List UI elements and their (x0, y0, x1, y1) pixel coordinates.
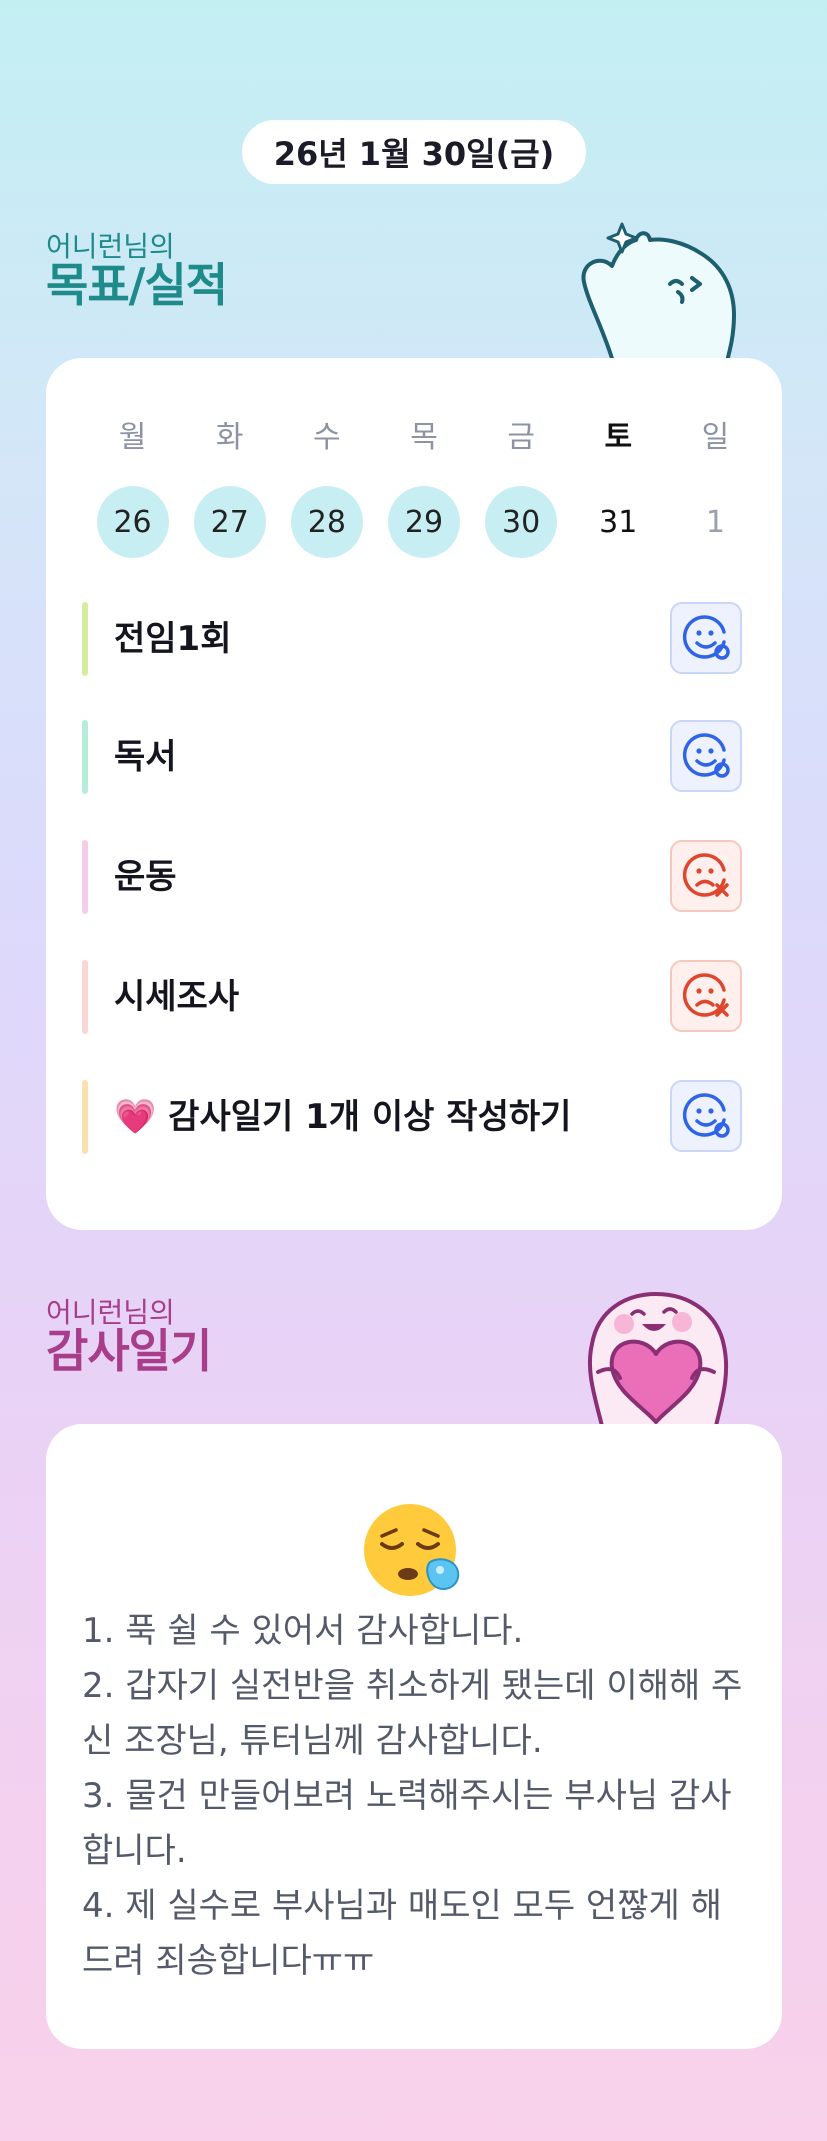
day-29-button[interactable]: 29 (387, 486, 460, 558)
goal-label: 전임1회 (114, 619, 232, 659)
goal-color-bar (82, 960, 88, 1034)
gratitude-entries: 1. 푹 쉴 수 있어서 감사합니다. 2. 갑자기 실전반을 취소하게 됐는데… (82, 1604, 752, 1989)
goal-label: 시세조사 (114, 977, 240, 1017)
heart-hug-mascot-icon (587, 1292, 729, 1426)
weekday-label: 월 (118, 420, 147, 455)
gratitude-owner-label: 어니런님의 (46, 1296, 175, 1329)
gratitude-entry: 3. 물건 만들어보려 노력해주시는 부사님 감사합니다. (82, 1776, 732, 1871)
gratitude-entry: 2. 갑자기 실전반을 취소하게 됐는데 이해해 주신 조장님, 튜터님께 감사… (82, 1666, 743, 1761)
day-27-button[interactable]: 27 (193, 486, 266, 558)
goal-status-button[interactable] (670, 602, 742, 674)
goal-status-button[interactable] (670, 1080, 742, 1152)
gratitude-entry: 4. 제 실수로 부사님과 매도인 모두 언짢게 해드려 죄송합니다ㅠㅠ (82, 1886, 722, 1981)
weekday-label: 목 (410, 420, 438, 455)
goal-item[interactable]: 독서 (82, 720, 742, 794)
goal-color-bar (82, 602, 88, 676)
day-31-button[interactable]: 31 (582, 486, 654, 558)
goal-color-bar (82, 720, 88, 794)
sleepy-face-icon (364, 1504, 460, 1596)
waving-mascot-icon (581, 222, 736, 365)
goal-status-button[interactable] (670, 720, 742, 792)
goal-label: 💗 감사일기 1개 이상 작성하기 (114, 1097, 572, 1137)
goals-owner-label: 어니런님의 (46, 230, 175, 263)
goal-item[interactable]: 전임1회 (82, 602, 742, 676)
goal-label: 운동 (114, 857, 177, 897)
sad-x-icon (682, 853, 729, 897)
goal-color-bar (82, 1080, 88, 1154)
goal-item[interactable]: 💗 감사일기 1개 이상 작성하기 (82, 1080, 742, 1154)
day-28-button[interactable]: 28 (290, 486, 363, 558)
smile-check-icon (682, 1093, 730, 1138)
smile-check-icon (682, 733, 730, 778)
goal-color-bar (82, 840, 88, 914)
day-30-button[interactable]: 30 (485, 486, 558, 558)
goal-label: 독서 (114, 737, 177, 777)
goal-status-button[interactable] (670, 840, 742, 912)
day-1-button[interactable]: 1 (679, 486, 751, 558)
gratitude-entry: 1. 푹 쉴 수 있어서 감사합니다. (82, 1611, 524, 1651)
weekday-label: 수 (313, 420, 341, 455)
goals-card: 월 화 수 목 금 토 일 26 27 28 29 30 31 1 전임1회 독… (46, 358, 782, 1230)
goal-status-button[interactable] (670, 960, 742, 1032)
goals-title: 목표/실적 (46, 258, 228, 313)
gratitude-title: 감사일기 (46, 1324, 212, 1379)
gratitude-section-heading: 어니런님의 감사일기 (46, 1296, 212, 1379)
gratitude-card: 1. 푹 쉴 수 있어서 감사합니다. 2. 갑자기 실전반을 취소하게 됐는데… (46, 1424, 782, 2049)
date-pill[interactable]: 26년 1월 30일(금) (242, 120, 586, 184)
goal-item[interactable]: 시세조사 (82, 960, 742, 1034)
goals-section-heading: 어니런님의 목표/실적 (46, 230, 228, 313)
sad-x-icon (682, 973, 729, 1017)
smile-check-icon (682, 615, 730, 660)
day-26-button[interactable]: 26 (96, 486, 169, 558)
weekday-label: 일 (701, 420, 730, 455)
goal-item[interactable]: 운동 (82, 840, 742, 914)
week-calendar: 월 화 수 목 금 토 일 26 27 28 29 30 31 1 (84, 418, 764, 558)
weekday-label: 금 (507, 420, 535, 455)
weekday-label: 화 (215, 420, 244, 455)
weekday-label-today: 토 (604, 420, 633, 455)
